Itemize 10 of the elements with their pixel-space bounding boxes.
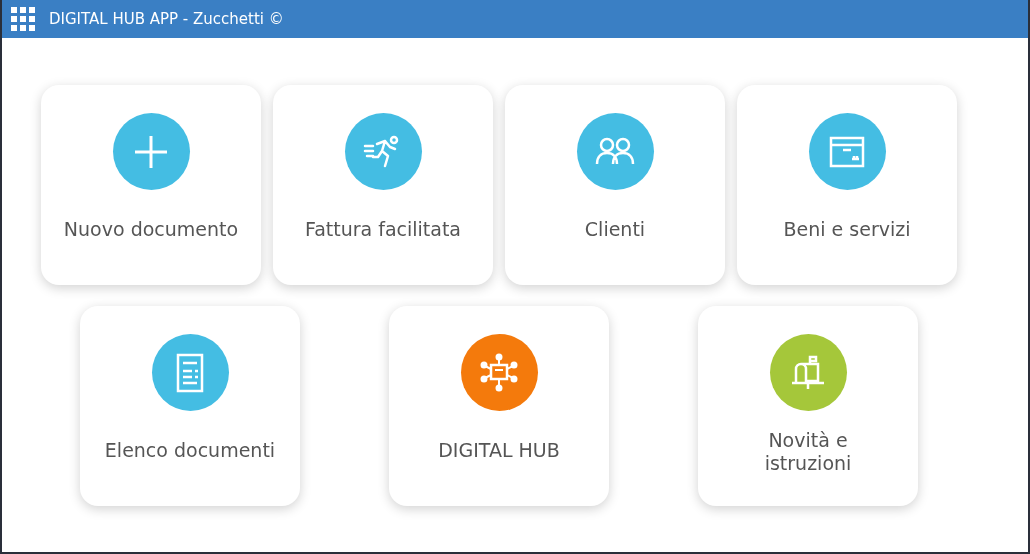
- tile-button[interactable]: Beni e servizi: [737, 85, 957, 285]
- tile-button[interactable]: Elenco documenti: [80, 306, 300, 506]
- tile-button[interactable]: Fattura facilitata: [273, 85, 493, 285]
- tile-button[interactable]: DIGITAL HUB: [389, 306, 609, 506]
- app-title: DIGITAL HUB APP - Zucchetti ©: [49, 8, 284, 30]
- hub-network-icon: [479, 352, 519, 393]
- tile-button[interactable]: Nuovo documento: [41, 85, 261, 285]
- app-grid-icon[interactable]: [11, 7, 35, 31]
- tile-button[interactable]: Clienti: [505, 85, 725, 285]
- tile-button[interactable]: Novità e istruzioni: [698, 306, 918, 506]
